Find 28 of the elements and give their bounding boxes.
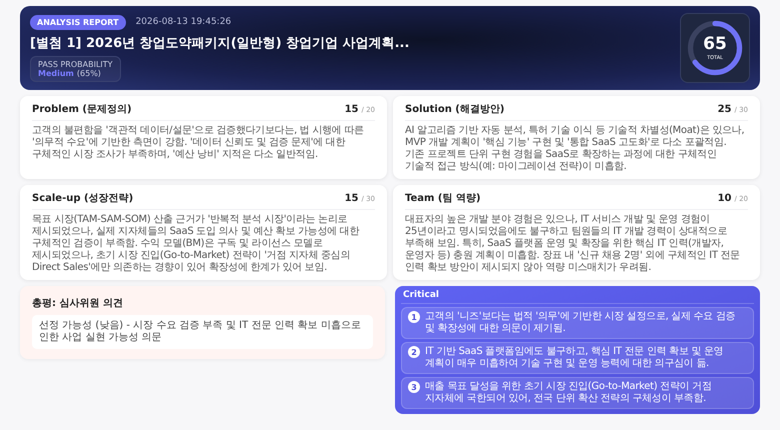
verdict-text: 선정 가능성 (낮음) - 시장 수요 검증 부족 및 IT 전문 인력 확보 미흡으로 인한 사업 실현 가능성 의문 (32, 315, 373, 349)
probability-rating: Medium (38, 68, 74, 78)
section-comment: 목표 시장(TAM-SAM-SOM) 산출 근거가 '반복적 분석 시장'이라는 논리로 제시되었으나, 실제 지자체들의 SaaS 도입 의사 및 예산 확보 가능성에 대한 구체적인 검증이 부족함. 수익 모델(BM)은 구독 및 라이선스 모델로 제시되었으나, 초기 시장 진입(Go-to-Market) 전략이 '거점 지자체 중심의 Direct Sales'에만 의존하는 경향이 있어 확장성에 한계가 있어 보임. (32, 214, 360, 274)
report-badge: ANALYSIS REPORT (30, 14, 126, 30)
item-number-badge: 1 (408, 311, 420, 323)
summary-title: 총평: 심사위원 의견 (32, 297, 124, 310)
item-number-badge: 3 (408, 381, 420, 393)
total-score: 65 (703, 36, 727, 52)
section-title: Solution (해결방안) (405, 103, 504, 116)
section-comment: AI 알고리즘 기반 자동 분석, 특허 기술 이식 등 기술적 차별성(Moat)은 있으나, MVP 개발 계획이 '핵심 기능' 구현 및 '통합 SaaS 고도화'로 다소 포괄적임. 기존 프로젝트 단위 구현 경험을 SaaS로 확장하는 과정에 대한 구체적인 기술적 접근 방식(예: 마이그레이션 전략)이 미흡함. (405, 125, 746, 173)
probability-percent: (65%) (76, 68, 101, 78)
pass-probability-label: PASS PROBABILITY (38, 60, 113, 68)
critical-title: Critical (401, 290, 754, 304)
section-score: 15 (344, 193, 358, 204)
section-score: 15 (344, 104, 358, 115)
section-comment: 고객의 불편함을 '객관적 데이터/설문'으로 검증했다기보다는, 법 시행에 따른 '의무적 수요'에 기반한 측면이 강함. '데이터 신뢰도 및 검증 문제'에 대한 구체적인 시장 조사가 부족하며, '예산 낭비' 지적은 다소 일반적임. (32, 125, 365, 161)
report-title: [별첨 1] 2026년 창업도약패키지(일반형) 창업기업 사업계획... (30, 34, 410, 52)
section-title: Scale-up (성장전략) (32, 192, 134, 205)
section-score: 25 (718, 104, 732, 115)
critical-text: 고객의 '니즈'보다는 법적 '의무'에 기반한 시장 설정으로, 실제 수요 검증 및 확장성에 대한 의문이 제기됨. (425, 311, 736, 335)
timestamp: 2026-08-13 19:45:26 (136, 17, 232, 27)
critical-text: 매출 목표 달성을 위한 초기 시장 진입(Go-to-Market) 전략이 거점 지자체에 국한되어 있어, 전국 단위 확산 전략의 구체성이 부족함. (425, 381, 713, 405)
item-number-badge: 2 (408, 346, 420, 358)
section-comment: 대표자의 높은 개발 분야 경험은 있으나, IT 서비스 개발 및 운영 경험이 25년이라고 명시되었음에도 불구하고 팀원들의 IT 개발 경력이 상대적으로 부족해 보임. 특히, SaaS 플랫폼 운영 및 확장을 위한 핵심 IT 인력(개발자, 운영자 등) 충원 계획이 미흡함. 장표 내 '신규 채용 2명' 외에 구체적인 IT 전문 인력 확보 방안이 제시되지 않아 역량 미스매치가 우려됨. (405, 214, 741, 274)
critical-text: IT 기반 SaaS 플랫폼임에도 불구하고, 핵심 IT 전문 인력 확보 및 운영 계획이 매우 미흡하여 기술 구현 및 운영 능력에 대한 의구심이 듦. (425, 346, 724, 370)
section-title: Problem (문제정의) (32, 103, 132, 116)
section-title: Team (팀 역량) (405, 192, 481, 205)
section-score: 10 (718, 193, 732, 204)
